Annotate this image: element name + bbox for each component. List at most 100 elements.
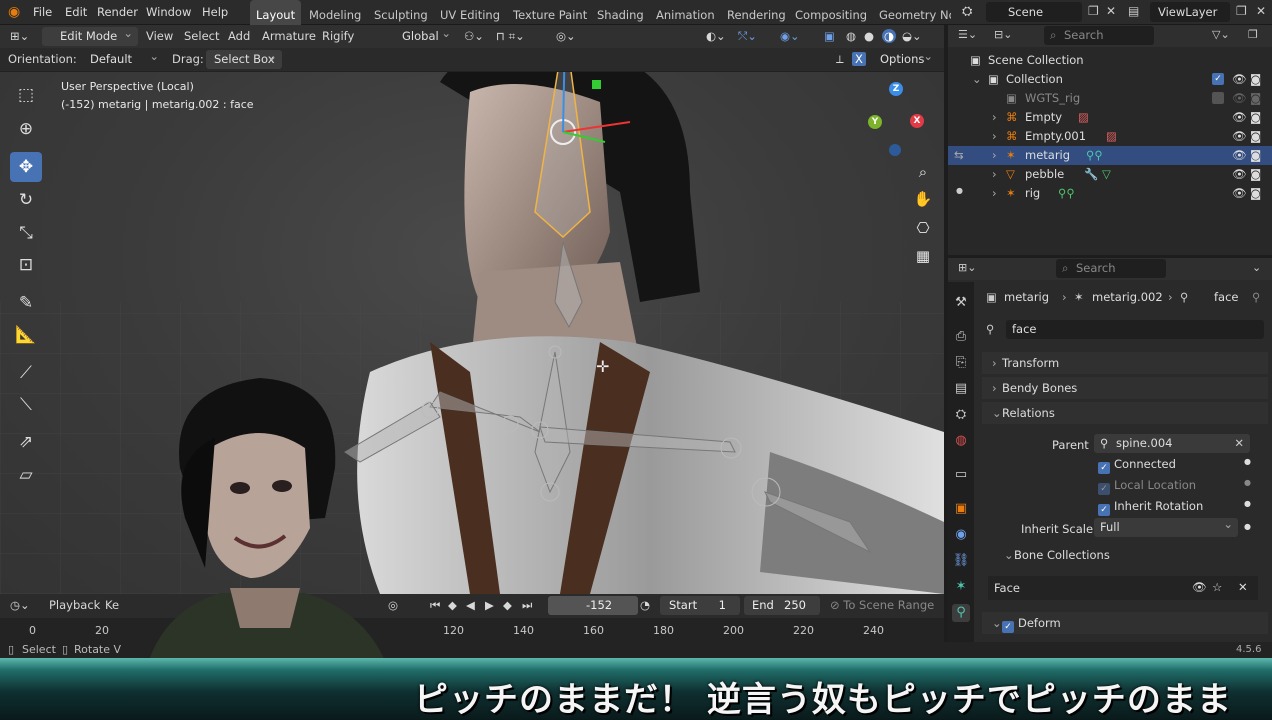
outliner-row-wgts[interactable]: ▣ WGTS_rig 👁 ◙ xyxy=(948,89,1272,108)
new-view-layer-icon[interactable]: ❐ xyxy=(1236,4,1247,18)
prev-key-icon[interactable]: ◆ xyxy=(448,598,457,612)
eye-icon[interactable]: 👁 xyxy=(1232,129,1247,143)
play-reverse-icon[interactable]: ◀ xyxy=(466,598,475,612)
chevron-right-icon[interactable]: › xyxy=(992,129,997,143)
playback-menu[interactable]: Playback xyxy=(49,598,100,612)
rendered-shading-icon[interactable]: ◒⌄ xyxy=(902,29,922,43)
eye-icon[interactable]: 👁 xyxy=(1232,72,1247,86)
outliner-row-collection[interactable]: ⌄ ▣ Collection ✓ 👁 ◙ xyxy=(948,70,1272,89)
blender-logo-icon[interactable]: ◉ xyxy=(8,4,26,20)
outliner-editor-icon[interactable]: ☰⌄ xyxy=(958,28,977,41)
pivot-icon[interactable]: ⚇⌄ xyxy=(464,29,484,43)
wgts-exclude-checkbox[interactable] xyxy=(1212,92,1224,104)
tab-sculpting[interactable]: Sculpting xyxy=(368,0,434,25)
measure-tool-icon[interactable]: 📐 xyxy=(10,320,42,350)
perspective-toggle-icon[interactable]: ▦ xyxy=(911,244,935,268)
material-shading-icon[interactable]: ◑ xyxy=(882,29,897,43)
world-tab-icon[interactable]: ◍ xyxy=(952,432,970,450)
collection-tab-icon[interactable]: ▭ xyxy=(952,466,970,484)
output-tab-icon[interactable]: ⎘ xyxy=(952,354,970,372)
eye-icon[interactable]: 👁 xyxy=(1192,580,1207,594)
axis-x[interactable]: X xyxy=(910,114,924,128)
keyframe-dot-icon[interactable]: ● xyxy=(1244,499,1251,508)
zoom-icon[interactable]: ⌕ xyxy=(911,160,935,184)
tool-tab-icon[interactable]: ⚒ xyxy=(952,294,970,312)
constraints-tab-icon[interactable]: ⛓ xyxy=(952,552,970,570)
transform-orientation[interactable]: Global xyxy=(384,26,456,46)
bone-collection-item[interactable]: Face 👁 ☆ ✕ xyxy=(988,576,1258,600)
tab-geometry-nodes[interactable]: Geometry Nod xyxy=(873,0,951,25)
close-icon[interactable]: ✕ xyxy=(1238,580,1248,594)
outliner-row-scene-collection[interactable]: ▣ Scene Collection xyxy=(948,51,1272,70)
scene-selector[interactable]: Scene xyxy=(986,2,1082,22)
cursor-tool-icon[interactable]: ⊕ xyxy=(10,114,42,144)
tab-uv-editing[interactable]: UV Editing xyxy=(434,0,506,25)
menu-armature[interactable]: Armature xyxy=(262,29,316,43)
chevron-right-icon[interactable]: › xyxy=(992,110,997,124)
chevron-right-icon[interactable]: › xyxy=(992,186,997,200)
local-location-row[interactable]: ✓ Local Location ● xyxy=(982,478,1268,496)
snap-icon[interactable]: ⊓ ⌗⌄ xyxy=(496,29,525,44)
menu-render[interactable]: Render xyxy=(97,5,138,19)
menu-select[interactable]: Select xyxy=(184,29,219,43)
tab-animation[interactable]: Animation xyxy=(650,0,721,25)
current-frame-field[interactable]: -152 xyxy=(548,596,638,615)
outliner-row-empty001[interactable]: › ⌘ Empty.001 ▨ 👁 ◙ xyxy=(948,127,1272,146)
start-frame-field[interactable]: Start 1 xyxy=(660,596,740,615)
panel-transform[interactable]: › Transform xyxy=(982,352,1268,374)
inherit-rotation-checkbox[interactable]: ✓ Inherit Rotation xyxy=(1098,499,1203,516)
shear-tool-icon[interactable]: ▱ xyxy=(10,460,42,490)
camera-icon[interactable]: ◙ xyxy=(1250,91,1261,105)
jump-start-icon[interactable]: ⏮ xyxy=(430,598,440,613)
scene-range-toggle[interactable]: ⊘ To Scene Range xyxy=(830,598,934,612)
outliner-row-empty[interactable]: › ⌘ Empty ▨ 👁 ◙ xyxy=(948,108,1272,127)
tab-shading[interactable]: Shading xyxy=(591,0,650,25)
jump-end-icon[interactable]: ⏭ xyxy=(522,598,532,613)
menu-file[interactable]: File xyxy=(33,5,52,19)
render-tab-icon[interactable]: ⎙ xyxy=(952,328,970,346)
scale-tool-icon[interactable]: ⤡ xyxy=(10,218,42,248)
chevron-down-icon[interactable]: ⌄ xyxy=(1252,261,1261,274)
pin-icon[interactable]: ⟂ xyxy=(836,52,844,67)
visibility-icon[interactable]: ◐⌄ xyxy=(706,29,726,43)
bone-size-tool-icon[interactable]: ⟍ xyxy=(10,390,42,420)
rotate-tool-icon[interactable]: ↻ xyxy=(10,185,42,215)
play-icon[interactable]: ▶ xyxy=(485,598,494,612)
pan-hand-icon[interactable]: ✋ xyxy=(911,187,935,211)
tab-modeling[interactable]: Modeling xyxy=(303,0,367,25)
options-dropdown[interactable]: Options xyxy=(872,49,938,69)
camera-icon[interactable]: ◙ xyxy=(1250,72,1261,86)
armature-data-tab-icon[interactable]: ✶ xyxy=(952,578,970,596)
keyframe-dot-icon[interactable]: ● xyxy=(1244,457,1251,466)
extrude-tool-icon[interactable]: ⇗ xyxy=(10,427,42,457)
axis-z[interactable]: Z xyxy=(889,82,903,96)
overlay-icon[interactable]: ◉⌄ xyxy=(780,29,800,43)
star-icon[interactable]: ☆ xyxy=(1212,580,1222,594)
bone-name-input[interactable]: face xyxy=(1006,320,1264,339)
tab-compositing[interactable]: Compositing xyxy=(789,0,873,25)
connected-checkbox[interactable]: ✓ Connected xyxy=(1098,457,1176,474)
axis-neg-z[interactable] xyxy=(889,144,901,156)
proportional-edit-icon[interactable]: ◎⌄ xyxy=(556,29,576,43)
mode-selector[interactable]: Edit Mode xyxy=(42,26,138,46)
move-tool-icon[interactable]: ✥ xyxy=(10,152,42,182)
chevron-right-icon[interactable]: › xyxy=(992,148,997,162)
chevron-right-icon[interactable]: › xyxy=(992,167,997,181)
view-layer-selector[interactable]: ViewLayer xyxy=(1150,2,1230,22)
eye-icon[interactable]: 👁 xyxy=(1232,167,1247,181)
chevron-down-icon[interactable]: ⌄ xyxy=(972,72,982,86)
transform-tool-icon[interactable]: ⊡ xyxy=(10,250,42,280)
tab-layout[interactable]: Layout xyxy=(250,0,302,25)
menu-edit[interactable]: Edit xyxy=(65,5,87,19)
delete-view-layer-icon[interactable]: ✕ xyxy=(1256,4,1266,18)
eye-icon[interactable]: 👁 xyxy=(1232,110,1247,124)
camera-view-icon[interactable]: ⎔ xyxy=(911,216,935,240)
panel-deform[interactable]: ⌄ ✓ Deform xyxy=(982,612,1268,634)
menu-rigify[interactable]: Rigify xyxy=(322,29,354,43)
pin-icon[interactable]: ⚲ xyxy=(1252,290,1260,304)
filter-icon[interactable]: ▽⌄ xyxy=(1212,28,1230,41)
clock-icon[interactable]: ◔ xyxy=(640,598,650,612)
deform-checkbox[interactable]: ✓ Deform xyxy=(1002,616,1061,633)
delete-scene-icon[interactable]: ✕ xyxy=(1106,4,1116,18)
bone-tab-icon[interactable]: ⚲ xyxy=(952,604,970,622)
